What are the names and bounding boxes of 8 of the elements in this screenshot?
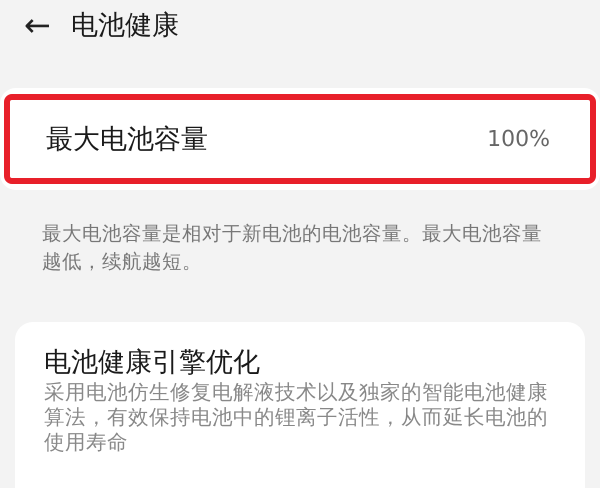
capacity-note: 最大电池容量是相对于新电池的电池容量。最大电池容量越低，续航越短。 [42, 221, 543, 275]
capacity-label: 最大电池容量 [46, 123, 208, 157]
page-title: 电池健康 [70, 9, 179, 43]
engine-title: 电池健康引擎优化 [44, 346, 261, 380]
back-button[interactable]: ← [24, 9, 51, 41]
capacity-row[interactable]: 最大电池容量 100% [4, 94, 596, 184]
capacity-value: 100% [487, 126, 550, 152]
engine-description: 采用电池仿生修复电解液技术以及独家的智能电池健康算法，有效保持电池中的锂离子活性，从而延长电池的使用寿命 [44, 380, 549, 455]
